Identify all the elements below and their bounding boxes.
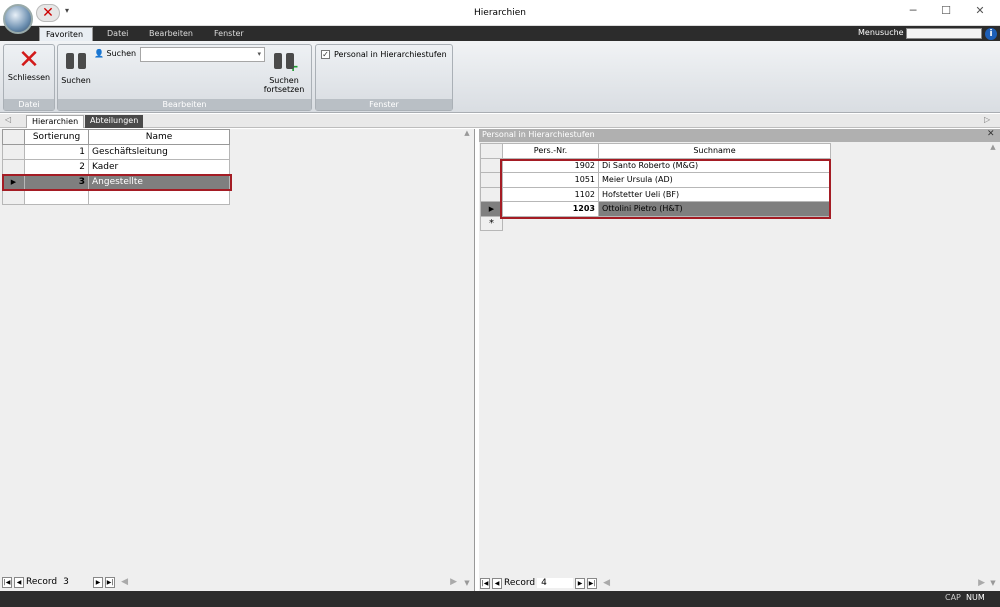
cell-name[interactable]: Geschäftsleitung [88,144,230,160]
personal-panel: Personal in Hierarchiestufen ✕ Pers.-Nr.… [479,129,1000,591]
column-header-suchname[interactable]: Suchname [598,143,831,159]
record-number-input[interactable]: 3 [59,577,91,587]
status-bar: CAP NUM [0,591,1000,607]
table-row[interactable]: 1 Geschäftsleitung [2,144,230,160]
status-num: NUM [966,593,985,602]
right-record-navigator: |◀ ◀ Record 4 ▶ ▶| ◀ ▶ [480,576,985,590]
continue-search-button[interactable]: + Suchen fortsetzen [258,49,310,94]
window-title: Hierarchien [474,8,526,18]
panel-title: Personal in Hierarchiestufen [479,129,1000,142]
record-label: Record [504,578,536,588]
panel-close-icon[interactable]: ✕ [987,129,995,139]
column-header-pers-nr[interactable]: Pers.-Nr. [502,143,599,159]
row-selector[interactable] [2,189,25,205]
first-record-icon[interactable]: |◀ [2,576,12,588]
hierarchien-grid: Sortierung Name 1 Geschäftsleitung 2 Kad… [2,129,230,205]
record-label: Record [26,577,58,587]
highlight-box-left [2,174,232,191]
group-label-bearbeiten: Bearbeiten [58,99,311,110]
window-close-icon[interactable]: ✕ [970,4,990,20]
row-selector[interactable] [2,159,25,175]
ribbon-tab-bar: Favoriten Datei Bearbeiten Fenster Menus… [0,26,1000,41]
table-row[interactable]: 2 Kader [2,159,230,175]
scroll-left-icon[interactable]: ◀ [121,577,128,587]
last-record-icon[interactable]: ▶| [587,577,598,589]
document-tabs: ◁ Hierarchien Abteilungen ▷ [0,114,1000,128]
binoculars-icon [66,49,86,69]
row-selector-header [480,143,503,159]
left-record-navigator: |◀ ◀ Record 3 ▶ ▶| ◀ ▶ [2,575,457,589]
tab-datei[interactable]: Datei [101,27,134,41]
doc-tab-abteilungen[interactable]: Abteilungen [85,115,144,128]
tab-scroll-right-icon[interactable]: ▷ [984,115,990,124]
doc-tab-hierarchien[interactable]: Hierarchien [26,115,85,128]
cell-sortierung[interactable]: 2 [24,159,89,175]
left-vertical-scrollbar[interactable]: ▲ ▼ [462,129,472,589]
status-cap: CAP [945,593,961,602]
tab-scroll-left-icon[interactable]: ◁ [5,115,11,124]
group-datei: ✕ Schliessen Datei [3,44,55,111]
scroll-right-icon[interactable]: ▶ [978,578,985,588]
next-record-icon[interactable]: ▶ [575,577,586,589]
column-header-sortierung[interactable]: Sortierung [24,129,89,145]
last-record-icon[interactable]: ▶| [105,576,116,588]
tab-favoriten[interactable]: Favoriten [39,27,93,41]
menusuche-label: Menusuche [858,28,904,37]
app-menu-orb-icon[interactable] [3,4,33,34]
group-label-fenster: Fenster [316,99,452,110]
maximize-icon[interactable]: ☐ [936,4,956,20]
group-label-datei: Datei [4,99,54,110]
highlight-box-right [500,159,831,219]
personal-checkbox-row[interactable]: ✓ Personal in Hierarchiestufen [321,50,447,59]
search-button[interactable]: Suchen [59,49,93,85]
next-record-icon[interactable]: ▶ [93,576,104,588]
table-row-new[interactable] [2,189,230,205]
right-vertical-scrollbar[interactable]: ▲ ▼ [988,143,998,589]
scroll-right-icon[interactable]: ▶ [450,577,457,587]
chevron-down-icon[interactable]: ▾ [257,50,261,58]
menusuche-input[interactable] [906,28,982,39]
close-button[interactable]: ✕ Schliessen [5,47,53,82]
cell-name[interactable]: Kader [88,159,230,175]
column-header-name[interactable]: Name [88,129,230,145]
group-fenster: ✓ Personal in Hierarchiestufen Fenster [315,44,453,111]
personal-checkbox[interactable]: ✓ [321,50,330,59]
help-icon[interactable]: i [985,28,997,40]
hierarchien-pane: Sortierung Name 1 Geschäftsleitung 2 Kad… [0,129,475,591]
minimize-icon[interactable]: ─ [903,4,923,20]
cell-sortierung[interactable]: 1 [24,144,89,160]
prev-record-icon[interactable]: ◀ [492,577,502,589]
user-search-icon: 👤 [94,49,104,58]
record-number-input[interactable]: 4 [537,578,574,588]
row-selector[interactable] [2,144,25,160]
row-selector-header [2,129,25,145]
first-record-icon[interactable]: |◀ [480,577,490,589]
prev-record-icon[interactable]: ◀ [14,576,24,588]
scroll-left-icon[interactable]: ◀ [603,578,610,588]
search-combobox[interactable]: ▾ [140,47,265,62]
tab-bearbeiten[interactable]: Bearbeiten [143,27,199,41]
binoculars-plus-icon: + [274,49,299,74]
tab-fenster[interactable]: Fenster [208,27,250,41]
close-x-icon: ✕ [18,45,40,75]
search-field-label: 👤 Suchen [94,49,137,58]
